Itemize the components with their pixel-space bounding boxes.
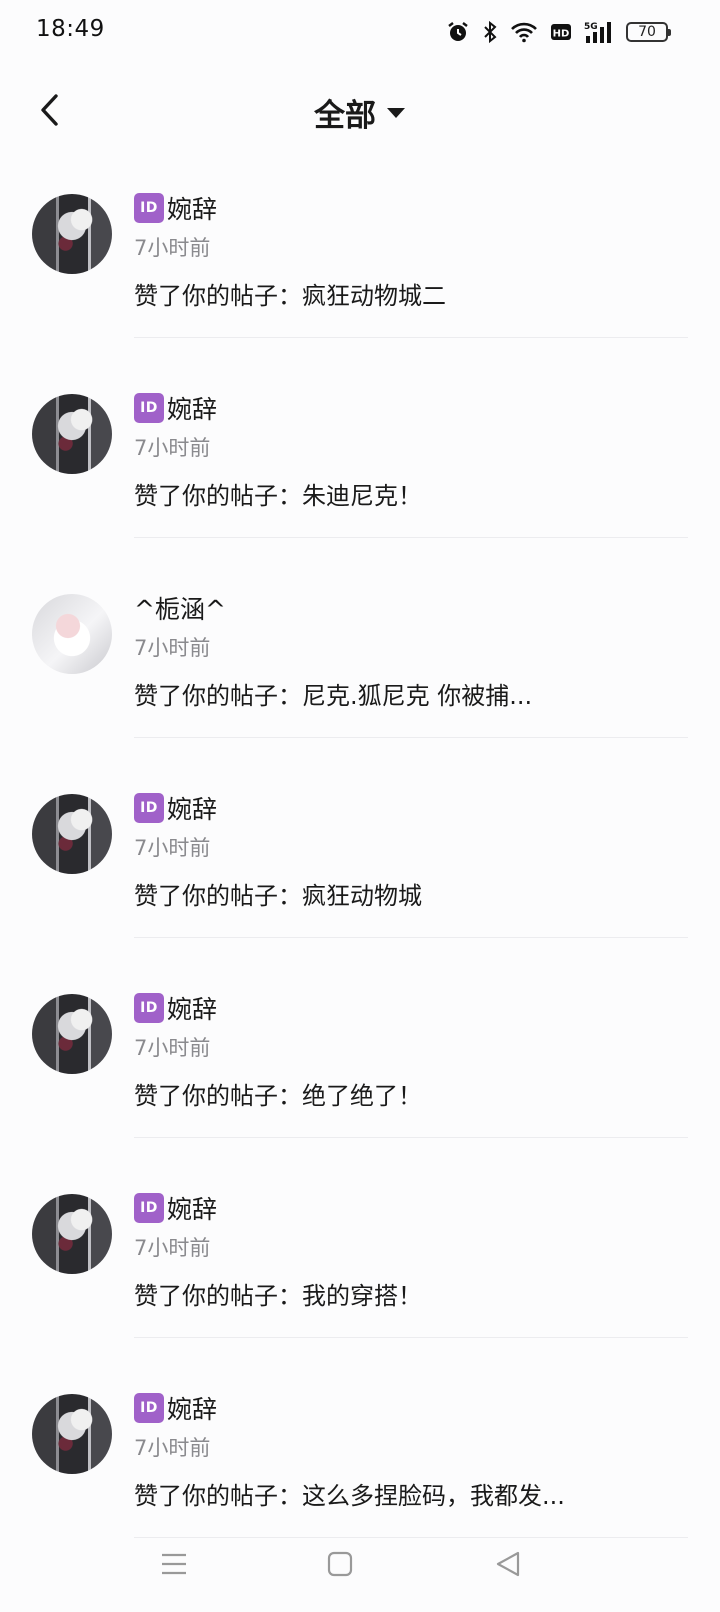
home-button[interactable] bbox=[318, 1542, 362, 1586]
notification-item[interactable]: ID 婉辞 7小时前赞了你的帖子：绝了绝了！ bbox=[0, 980, 720, 1180]
user-name-row[interactable]: ID 婉辞 bbox=[134, 190, 217, 226]
id-badge-icon: ID bbox=[134, 793, 164, 823]
avatar[interactable] bbox=[32, 1394, 112, 1474]
notification-item[interactable]: ^栀涵^ 7小时前赞了你的帖子：尼克.狐尼克 你被捕... bbox=[0, 580, 720, 780]
user-name-row[interactable]: ^栀涵^ bbox=[134, 590, 226, 626]
notification-item[interactable]: ID 婉辞 7小时前赞了你的帖子：疯狂动物城二 bbox=[0, 180, 720, 380]
id-badge-icon: ID bbox=[134, 193, 164, 223]
divider bbox=[134, 537, 688, 538]
status-icons: HD 5G 70 bbox=[446, 18, 671, 46]
divider bbox=[134, 737, 688, 738]
user-name-row[interactable]: ID 婉辞 bbox=[134, 990, 217, 1026]
id-badge-icon: ID bbox=[134, 993, 164, 1023]
notification-text: 赞了你的帖子：这么多捏脸码，我都发... bbox=[134, 1482, 565, 1510]
system-nav-bar bbox=[0, 1530, 720, 1612]
user-name-row[interactable]: ID 婉辞 bbox=[134, 790, 217, 826]
user-name: 婉辞 bbox=[167, 395, 218, 424]
hd-icon: HD bbox=[550, 22, 572, 42]
status-bar: 18:49 HD 5G 70 bbox=[0, 0, 720, 64]
timestamp: 7小时前 bbox=[134, 1436, 211, 1460]
avatar[interactable] bbox=[32, 794, 112, 874]
user-name: ^栀涵^ bbox=[134, 595, 226, 624]
user-name: 婉辞 bbox=[167, 1395, 218, 1424]
timestamp: 7小时前 bbox=[134, 1036, 211, 1060]
notification-item[interactable]: ID 婉辞 7小时前赞了你的帖子：我的穿搭！ bbox=[0, 1180, 720, 1380]
svg-text:HD: HD bbox=[553, 29, 570, 40]
system-back-button[interactable] bbox=[486, 1542, 530, 1586]
svg-text:5G: 5G bbox=[584, 22, 598, 32]
back-triangle-icon bbox=[496, 1551, 520, 1577]
user-name: 婉辞 bbox=[167, 795, 218, 824]
5g-signal-icon: 5G bbox=[584, 20, 614, 44]
notification-text: 赞了你的帖子：我的穿搭！ bbox=[134, 1282, 422, 1310]
timestamp: 7小时前 bbox=[134, 1236, 211, 1260]
user-name-row[interactable]: ID 婉辞 bbox=[134, 1390, 217, 1426]
timestamp: 7小时前 bbox=[134, 236, 211, 260]
notification-text: 赞了你的帖子：绝了绝了！ bbox=[134, 1082, 422, 1110]
notification-text: 赞了你的帖子：朱迪尼克！ bbox=[134, 482, 422, 510]
divider bbox=[134, 1337, 688, 1338]
page-title: 全部 bbox=[314, 98, 376, 134]
battery-icon: 70 bbox=[626, 22, 671, 42]
avatar[interactable] bbox=[32, 394, 112, 474]
user-name: 婉辞 bbox=[167, 195, 218, 224]
wifi-icon bbox=[510, 21, 538, 43]
caret-down-icon bbox=[387, 107, 405, 118]
alarm-icon bbox=[446, 20, 470, 44]
notification-text: 赞了你的帖子：疯狂动物城 bbox=[134, 882, 422, 910]
status-time: 18:49 bbox=[36, 16, 105, 42]
notification-list: ID 婉辞 7小时前 赞了你的帖子：疯狂动物城二 ID 婉辞 7小时前 赞了你的帖子：朱迪尼克… bbox=[0, 180, 720, 1580]
notification-text: 赞了你的帖子：尼克.狐尼克 你被捕... bbox=[134, 682, 533, 710]
notification-item[interactable]: ID 婉辞 7小时前赞了你的帖子：朱迪尼克！ bbox=[0, 380, 720, 580]
avatar[interactable] bbox=[32, 594, 112, 674]
user-name-row[interactable]: ID 婉辞 bbox=[134, 1190, 217, 1226]
header: 全部 bbox=[0, 64, 720, 164]
menu-icon bbox=[162, 1553, 186, 1575]
divider bbox=[134, 337, 688, 338]
id-badge-icon: ID bbox=[134, 1193, 164, 1223]
notification-text: 赞了你的帖子：疯狂动物城二 bbox=[134, 282, 446, 310]
menu-button[interactable] bbox=[152, 1542, 196, 1586]
divider bbox=[134, 1137, 688, 1138]
bluetooth-icon bbox=[482, 20, 498, 44]
avatar[interactable] bbox=[32, 994, 112, 1074]
timestamp: 7小时前 bbox=[134, 836, 211, 860]
avatar[interactable] bbox=[32, 194, 112, 274]
id-badge-icon: ID bbox=[134, 393, 164, 423]
user-name: 婉辞 bbox=[167, 995, 218, 1024]
notification-item[interactable]: ID 婉辞 7小时前赞了你的帖子：疯狂动物城 bbox=[0, 780, 720, 980]
timestamp: 7小时前 bbox=[134, 436, 211, 460]
user-name: 婉辞 bbox=[167, 1195, 218, 1224]
timestamp: 7小时前 bbox=[134, 636, 211, 660]
filter-dropdown[interactable]: 全部 bbox=[0, 90, 720, 135]
user-name-row[interactable]: ID 婉辞 bbox=[134, 390, 217, 426]
avatar[interactable] bbox=[32, 1194, 112, 1274]
id-badge-icon: ID bbox=[134, 1393, 164, 1423]
home-square-icon bbox=[327, 1551, 353, 1577]
divider bbox=[134, 937, 688, 938]
